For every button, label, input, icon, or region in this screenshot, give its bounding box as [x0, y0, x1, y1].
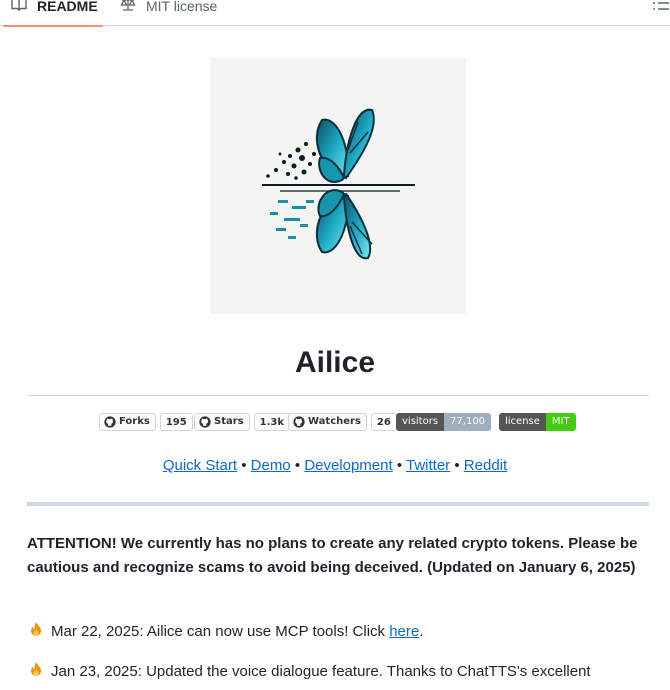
tab-readme-label: README	[37, 0, 98, 14]
watchers-badge-label-wrap: Watchers	[288, 413, 367, 431]
tab-license-label: MIT license	[146, 0, 218, 14]
law-scale-icon	[120, 0, 136, 11]
tab-license[interactable]: MIT license	[118, 0, 217, 26]
news-text: Mar 22, 2025: Ailice can now use MCP too…	[51, 623, 390, 640]
link-development[interactable]: Development	[304, 457, 392, 474]
outline-list-icon[interactable]	[652, 0, 670, 10]
github-icon	[293, 416, 305, 428]
news-text-end: .	[419, 623, 424, 640]
book-icon	[11, 0, 27, 12]
visitors-badge-value: 77,100	[444, 413, 492, 431]
tab-readme[interactable]: README	[3, 0, 103, 27]
link-separator: •	[294, 457, 301, 474]
license-badge-label: license	[499, 413, 546, 431]
stars-badge-count: 1.3k	[253, 413, 290, 431]
forks-badge-label-wrap: Forks	[99, 413, 156, 431]
visitors-badge[interactable]: visitors 77,100	[396, 413, 492, 431]
link-separator: •	[454, 457, 460, 474]
readme-title: Ailice	[294, 346, 376, 379]
license-badge-value: MIT	[545, 413, 576, 431]
news-text: Jan 23, 2025: Updated the voice dialogue…	[51, 663, 591, 680]
link-quick-start[interactable]: Quick Start	[163, 457, 237, 474]
link-twitter[interactable]: Twitter	[406, 457, 450, 474]
ailice-logo-image	[210, 58, 466, 314]
watchers-badge-count: 26	[370, 413, 397, 431]
quick-links: Quick Start • Demo • Development • Twitt…	[0, 457, 670, 474]
link-demo[interactable]: Demo	[251, 457, 291, 474]
forks-badge-label: Forks	[119, 416, 150, 427]
fire-icon	[31, 662, 41, 676]
badge-row: Forks 195 Stars 1.3k Watchers 26 visitor…	[0, 413, 670, 433]
watchers-badge-label: Watchers	[308, 416, 361, 427]
github-icon	[104, 416, 116, 428]
watchers-badge[interactable]: Watchers 26	[288, 413, 397, 431]
news-item: Jan 23, 2025: Updated the voice dialogue…	[27, 660, 647, 684]
forks-badge-count: 195	[159, 413, 193, 431]
readme-tab-bar: README MIT license	[0, 0, 670, 27]
license-badge[interactable]: license MIT	[499, 413, 576, 431]
mcp-here-link[interactable]: here	[389, 623, 419, 640]
link-separator: •	[241, 457, 247, 474]
forks-badge[interactable]: Forks 195	[99, 413, 193, 431]
stars-badge-label: Stars	[214, 416, 244, 427]
section-divider	[27, 502, 649, 506]
github-icon	[199, 416, 211, 428]
visitors-badge-label: visitors	[396, 413, 445, 431]
attention-notice: ATTENTION! We currently has no plans to …	[27, 535, 638, 576]
link-separator: •	[396, 457, 403, 474]
news-item: Mar 22, 2025: Ailice can now use MCP too…	[27, 620, 647, 644]
fire-icon	[31, 622, 41, 636]
stars-badge[interactable]: Stars 1.3k	[194, 413, 290, 431]
title-divider	[27, 395, 649, 396]
butterfly-logo-icon	[262, 108, 415, 260]
link-reddit[interactable]: Reddit	[464, 457, 507, 474]
stars-badge-label-wrap: Stars	[194, 413, 250, 431]
